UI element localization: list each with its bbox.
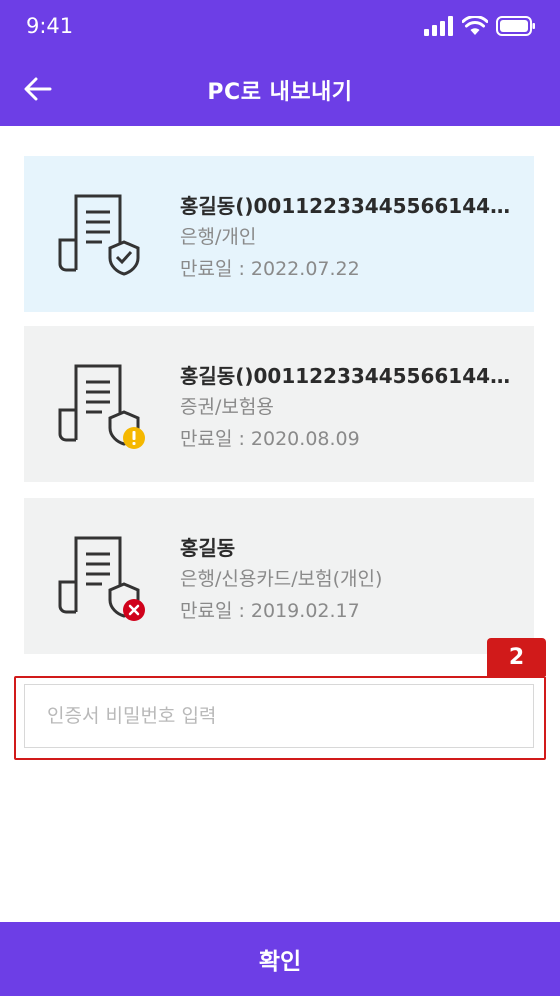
annotation-badge: 2: [487, 638, 546, 676]
status-icons: [424, 14, 536, 38]
certificate-name: 홍길동()001122334455661445…: [180, 194, 516, 218]
certificate-name: 홍길동: [180, 536, 236, 560]
confirm-button[interactable]: 확인: [0, 922, 560, 996]
certificate-type: 증권/보험용: [180, 396, 274, 418]
certificate-item-2[interactable]: 홍길동()001122334455661445… 증권/보험용 만료일 : 20…: [24, 326, 534, 482]
status-time: 9:41: [26, 14, 74, 38]
battery-icon: [496, 16, 535, 36]
certificate-icon: [58, 190, 148, 280]
signal-icon: [424, 16, 453, 36]
certificate-expiry: 만료일 : 2022.07.22: [180, 258, 360, 280]
certificate-expired-icon: [58, 532, 148, 622]
page-title: PC로 내보내기: [207, 80, 353, 105]
certificate-expiry: 만료일 : 2019.02.17: [180, 600, 360, 622]
nav-bar: PC로 내보내기: [0, 52, 560, 126]
certificate-expiry: 만료일 : 2020.08.09: [180, 428, 360, 450]
wifi-icon: [462, 16, 488, 35]
certificate-item-1[interactable]: 홍길동()001122334455661445… 은행/개인 만료일 : 202…: [24, 156, 534, 312]
certificate-name: 홍길동()001122334455661445…: [180, 364, 516, 388]
password-input[interactable]: [24, 684, 534, 748]
status-bar: 9:41: [0, 0, 560, 52]
app-header: 9:41 PC로 내보내기: [0, 0, 560, 126]
certificate-type: 은행/개인: [180, 226, 257, 248]
certificate-type: 은행/신용카드/보험(개인): [180, 568, 383, 590]
certificate-item-3[interactable]: 홍길동 은행/신용카드/보험(개인) 만료일 : 2019.02.17: [24, 498, 534, 654]
certificate-warning-icon: [58, 360, 148, 450]
